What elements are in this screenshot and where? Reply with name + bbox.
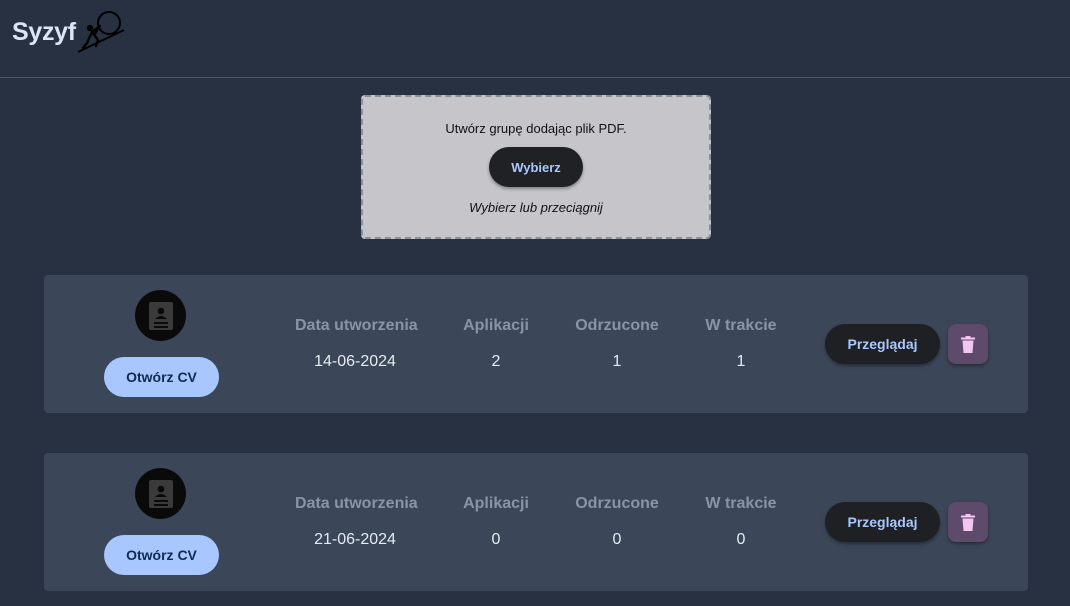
upload-hint: Wybierz lub przeciągnij xyxy=(469,200,603,215)
created-column: Data utworzenia 14-06-2024 xyxy=(295,317,418,371)
created-value: 21-06-2024 xyxy=(314,531,396,548)
rejected-column: Odrzucone 0 xyxy=(572,495,662,549)
group-card: Otwórz CV Data utworzenia 21-06-2024 Apl… xyxy=(44,453,1028,591)
created-label: Data utworzenia xyxy=(295,317,418,334)
in-progress-column: W trakcie 1 xyxy=(698,317,784,371)
trash-icon xyxy=(961,335,975,353)
rejected-column: Odrzucone 1 xyxy=(572,317,662,371)
rejected-value: 0 xyxy=(612,531,622,548)
applications-column: Aplikacji 2 xyxy=(456,317,536,371)
brand-name[interactable]: Syzyf xyxy=(12,18,76,47)
open-cv-button[interactable]: Otwórz CV xyxy=(104,357,219,397)
cv-document-icon xyxy=(135,468,186,519)
applications-value: 0 xyxy=(491,531,501,548)
rejected-value: 1 xyxy=(612,353,622,370)
applications-label: Aplikacji xyxy=(463,317,529,334)
rejected-label: Odrzucone xyxy=(575,495,659,512)
in-progress-label: W trakcie xyxy=(705,495,777,512)
sisyphus-logo-icon xyxy=(77,11,125,53)
rejected-label: Odrzucone xyxy=(575,317,659,334)
trash-icon xyxy=(961,513,975,531)
browse-button[interactable]: Przeglądaj xyxy=(825,502,940,542)
open-cv-button[interactable]: Otwórz CV xyxy=(104,535,219,575)
in-progress-label: W trakcie xyxy=(705,317,777,334)
created-column: Data utworzenia 21-06-2024 xyxy=(295,495,418,549)
top-bar: Syzyf xyxy=(0,0,1070,78)
in-progress-value: 0 xyxy=(736,531,746,548)
applications-column: Aplikacji 0 xyxy=(456,495,536,549)
applications-value: 2 xyxy=(491,353,501,370)
cv-document-icon xyxy=(135,290,186,341)
applications-label: Aplikacji xyxy=(463,495,529,512)
created-value: 14-06-2024 xyxy=(314,353,396,370)
choose-file-button[interactable]: Wybierz xyxy=(489,147,583,187)
upload-instruction: Utwórz grupę dodając plik PDF. xyxy=(445,121,627,136)
created-label: Data utworzenia xyxy=(295,495,418,512)
pdf-dropzone[interactable]: Utwórz grupę dodając plik PDF. Wybierz W… xyxy=(361,95,711,239)
in-progress-value: 1 xyxy=(736,353,746,370)
delete-button[interactable] xyxy=(948,502,988,542)
group-card: Otwórz CV Data utworzenia 14-06-2024 Apl… xyxy=(44,275,1028,413)
delete-button[interactable] xyxy=(948,324,988,364)
browse-button[interactable]: Przeglądaj xyxy=(825,324,940,364)
in-progress-column: W trakcie 0 xyxy=(698,495,784,549)
